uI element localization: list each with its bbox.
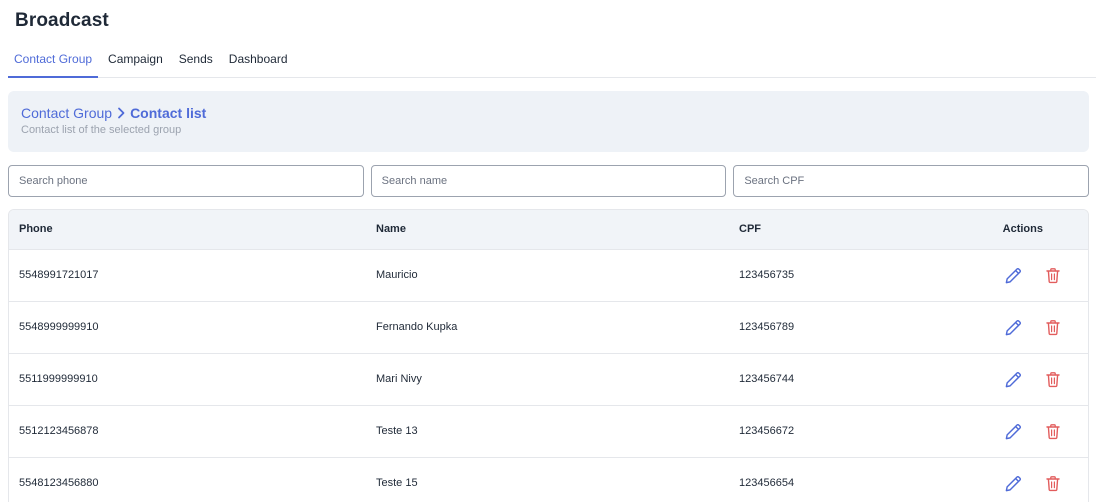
search-phone-input[interactable]: [8, 165, 364, 197]
delete-button[interactable]: [1043, 317, 1063, 337]
edit-button[interactable]: [1004, 421, 1024, 441]
filter-bar: [8, 165, 1090, 197]
pencil-icon: [1006, 475, 1022, 491]
breadcrumb-contact-group-link[interactable]: Contact Group: [21, 105, 112, 121]
table-row: 5548123456880 Teste 15 123456654: [9, 457, 1088, 502]
cell-name: Mari Nivy: [376, 373, 422, 385]
breadcrumb-current: Contact list: [130, 105, 207, 121]
column-header-cpf: CPF: [729, 210, 992, 250]
table-row: 5512123456878 Teste 13 123456672: [9, 405, 1088, 457]
cell-actions: [992, 457, 1088, 502]
tab-contact-group[interactable]: Contact Group: [8, 44, 99, 78]
delete-button[interactable]: [1043, 369, 1063, 389]
breadcrumb: Contact Group Contact list: [21, 105, 1076, 121]
table-row: 5511999999910 Mari Nivy 123456744: [9, 353, 1088, 405]
breadcrumb-subtitle: Contact list of the selected group: [21, 124, 182, 136]
breadcrumb-banner: Contact Group Contact list Contact list …: [8, 91, 1089, 152]
delete-button[interactable]: [1043, 265, 1063, 285]
cell-name: Fernando Kupka: [376, 321, 458, 333]
page-title: Broadcast: [15, 10, 109, 31]
cell-actions: [992, 249, 1088, 301]
tab-dashboard[interactable]: Dashboard: [223, 44, 294, 78]
delete-button[interactable]: [1043, 421, 1063, 441]
cell-cpf: 123456654: [739, 477, 795, 489]
pencil-icon: [1006, 371, 1022, 387]
cell-cpf: 123456789: [739, 321, 795, 333]
cell-phone: 5548991721017: [19, 269, 99, 281]
column-header-phone: Phone: [9, 210, 366, 250]
trash-icon: [1046, 267, 1060, 283]
cell-actions: [992, 405, 1088, 457]
delete-button[interactable]: [1043, 473, 1063, 493]
trash-icon: [1046, 319, 1060, 335]
edit-button[interactable]: [1004, 369, 1024, 389]
contacts-table: Phone Name CPF Actions 5548991721017 Mau…: [8, 209, 1089, 502]
table-row: 5548999999910 Fernando Kupka 123456789: [9, 301, 1088, 353]
tab-sends[interactable]: Sends: [173, 44, 219, 78]
edit-button[interactable]: [1004, 265, 1024, 285]
trash-icon: [1046, 475, 1060, 491]
cell-phone: 5548123456880: [19, 477, 99, 489]
cell-actions: [992, 353, 1088, 405]
cell-name: Teste 15: [376, 477, 418, 489]
trash-icon: [1046, 371, 1060, 387]
column-header-name: Name: [366, 210, 729, 250]
search-cpf-input[interactable]: [733, 165, 1090, 197]
cell-name: Teste 13: [376, 425, 418, 437]
chevron-right-icon: [116, 107, 126, 119]
edit-button[interactable]: [1004, 473, 1024, 493]
cell-phone: 5511999999910: [19, 373, 98, 385]
cell-cpf: 123456672: [739, 425, 795, 437]
cell-cpf: 123456735: [739, 269, 795, 281]
cell-name: Mauricio: [376, 269, 418, 281]
cell-cpf: 123456744: [739, 373, 795, 385]
tab-bar: Contact Group Campaign Sends Dashboard: [8, 44, 1096, 78]
cell-phone: 5512123456878: [19, 425, 99, 437]
search-name-input[interactable]: [370, 165, 727, 197]
column-header-actions: Actions: [992, 210, 1088, 250]
pencil-icon: [1006, 267, 1022, 283]
tab-campaign[interactable]: Campaign: [102, 44, 169, 78]
edit-button[interactable]: [1004, 317, 1024, 337]
table-header-row: Phone Name CPF Actions: [9, 210, 1088, 250]
cell-actions: [992, 301, 1088, 353]
pencil-icon: [1006, 319, 1022, 335]
cell-phone: 5548999999910: [19, 321, 99, 333]
trash-icon: [1046, 423, 1060, 439]
pencil-icon: [1006, 423, 1022, 439]
table-row: 5548991721017 Mauricio 123456735: [9, 249, 1088, 301]
